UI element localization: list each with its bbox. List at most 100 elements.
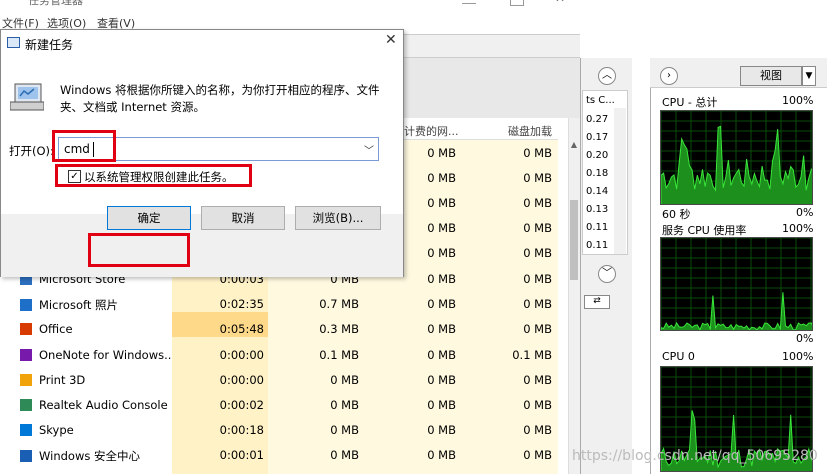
process-row-name[interactable]: Print 3D	[20, 373, 172, 398]
cell-disk: 0 MB	[523, 448, 552, 463]
run-program-icon	[10, 83, 44, 111]
expand-right-icon[interactable]: ›	[660, 67, 678, 85]
cell-cpu-time: 0:00:01	[219, 448, 264, 463]
view-dropdown-icon[interactable]: ▼	[802, 66, 816, 86]
process-row-name[interactable]: Office	[20, 322, 172, 347]
cell-disk: 0 MB	[523, 246, 552, 260]
close-icon[interactable]: ✕	[385, 32, 397, 48]
ctx-value: 0.18	[586, 168, 609, 179]
cell-net: 0.3 MB	[319, 322, 359, 337]
cell-metered: 0 MB	[427, 398, 456, 412]
app-icon	[20, 450, 32, 463]
cpu-total-max: 100%	[782, 94, 814, 107]
scroll-up-icon[interactable]: ▲	[569, 140, 579, 154]
cell-cpu-time: 0:00:18	[219, 423, 264, 438]
process-name: OneNote for Windows...	[39, 347, 172, 362]
expand-up-icon[interactable]: ︿	[598, 67, 616, 85]
service-cpu-title: 服务 CPU 使用率	[662, 224, 747, 237]
cancel-button[interactable]: 取消	[201, 206, 285, 230]
open-input[interactable]: cmd ﹀	[58, 137, 379, 161]
cell-metered: 0 MB	[427, 246, 456, 260]
cell-cpu-time: 0:02:35	[219, 297, 264, 312]
process-name: Office	[39, 322, 73, 337]
ctx-value: 0.17	[586, 132, 609, 143]
cell-disk: 0.1 MB	[512, 347, 552, 362]
checkmark-icon: ✓	[70, 171, 79, 182]
cell-disk: 0 MB	[523, 372, 552, 387]
service-cpu-graph	[660, 237, 813, 331]
disk-column-header[interactable]: 磁盘加载	[508, 123, 552, 139]
service-cpu-max: 100%	[782, 222, 814, 235]
cpu-total-title: CPU - 总计	[662, 96, 718, 109]
close-icon[interactable]: ✕	[555, 0, 569, 5]
cell-metered: 0 MB	[427, 372, 456, 387]
service-cpu-min: 0%	[796, 332, 814, 345]
chevron-down-icon[interactable]: ﹀	[364, 142, 374, 157]
watermark: https://blog.csdn.net/qq_50695280	[572, 448, 818, 464]
ctx-header: ts C...	[586, 95, 615, 106]
ctx-value: 0.27	[586, 114, 609, 125]
app-icon	[20, 299, 32, 312]
cell-metered: 0 MB	[427, 272, 456, 286]
ctx-scrollbar[interactable]	[614, 108, 626, 254]
process-name: Print 3D	[39, 372, 86, 387]
cell-disk: 0 MB	[523, 322, 552, 337]
cell-metered: 0 MB	[427, 297, 456, 312]
table-scrollbar[interactable]	[568, 118, 580, 474]
ctx-value: 0.20	[586, 150, 609, 161]
process-name: Windows 安全中心	[39, 449, 140, 464]
ctx-value: 0.13	[586, 204, 609, 215]
cpu0-title: CPU 0	[662, 350, 695, 363]
admin-checkbox-label[interactable]: 以系统管理权限创建此任务。	[84, 169, 234, 185]
app-icon	[20, 399, 32, 411]
cell-net: 0.7 MB	[319, 297, 359, 312]
cell-disk: 0 MB	[523, 297, 552, 312]
collapse-down-icon[interactable]: ﹀	[598, 265, 616, 283]
process-row-name[interactable]: Skype	[20, 423, 172, 448]
admin-checkbox[interactable]: ✓	[68, 170, 81, 183]
app-icon	[20, 348, 32, 361]
cell-disk: 0 MB	[523, 196, 552, 210]
ok-button[interactable]: 确定	[107, 206, 191, 230]
cell-metered: 0 MB	[427, 221, 456, 235]
cell-cpu-time: 0:00:00	[219, 347, 264, 362]
minimize-icon[interactable]	[462, 0, 476, 4]
task-manager-titlebar: 任务管理器 ✕	[0, 0, 580, 12]
process-row-name[interactable]: Windows 安全中心	[20, 448, 172, 473]
maximize-icon[interactable]	[510, 0, 524, 6]
cell-metered: 0 MB	[427, 322, 456, 337]
dialog-title: 新建任务	[25, 38, 74, 52]
cell-metered: 0 MB	[427, 347, 456, 362]
ctx-value: 0.11	[586, 240, 609, 251]
metered-column-header[interactable]: 计费的网...	[404, 123, 459, 139]
cell-net: 0.1 MB	[319, 347, 359, 362]
view-button[interactable]: 视图	[740, 66, 802, 86]
cell-net: 0 MB	[330, 398, 359, 412]
process-name: Realtek Audio Console	[39, 398, 168, 412]
process-row-name[interactable]: OneNote for Windows...	[20, 348, 172, 373]
browse-button[interactable]: 浏览(B)...	[295, 206, 381, 230]
ctx-value: 0.11	[586, 222, 609, 233]
process-name: Microsoft 照片	[39, 298, 118, 313]
process-row-name[interactable]: Microsoft 照片	[20, 297, 172, 322]
cpu-total-min: 0%	[796, 206, 814, 219]
cell-disk: 0 MB	[523, 398, 552, 412]
scrollbar-thumb[interactable]	[570, 200, 578, 280]
cell-net: 0 MB	[330, 423, 359, 438]
task-manager-title: 任务管理器	[28, 0, 83, 7]
app-icon	[20, 424, 32, 437]
cell-metered: 0 MB	[427, 171, 456, 185]
cell-metered: 0 MB	[427, 448, 456, 463]
new-task-dialog: 新建任务 ✕ Windows 将根据你所键入的名称，为你打开相应的程序、文件夹、…	[0, 29, 404, 277]
screen: 任务管理器 ✕ 文件(F) 选项(O) 查看(V) 计费的网... 磁盘加载 0…	[0, 0, 827, 474]
cell-cpu-time: 0:05:48	[219, 322, 264, 337]
app-icon	[20, 323, 32, 336]
open-input-value: cmd	[64, 142, 90, 156]
cell-metered: 0 MB	[427, 146, 456, 160]
process-row-name[interactable]: Realtek Audio Console	[20, 398, 172, 423]
cell-net: 0 MB	[330, 372, 359, 387]
cell-cpu-time: 0:00:02	[219, 398, 264, 412]
cpu0-max: 100%	[782, 350, 814, 363]
link-icon[interactable]: ⇄	[584, 295, 610, 309]
cell-disk: 0 MB	[523, 423, 552, 438]
